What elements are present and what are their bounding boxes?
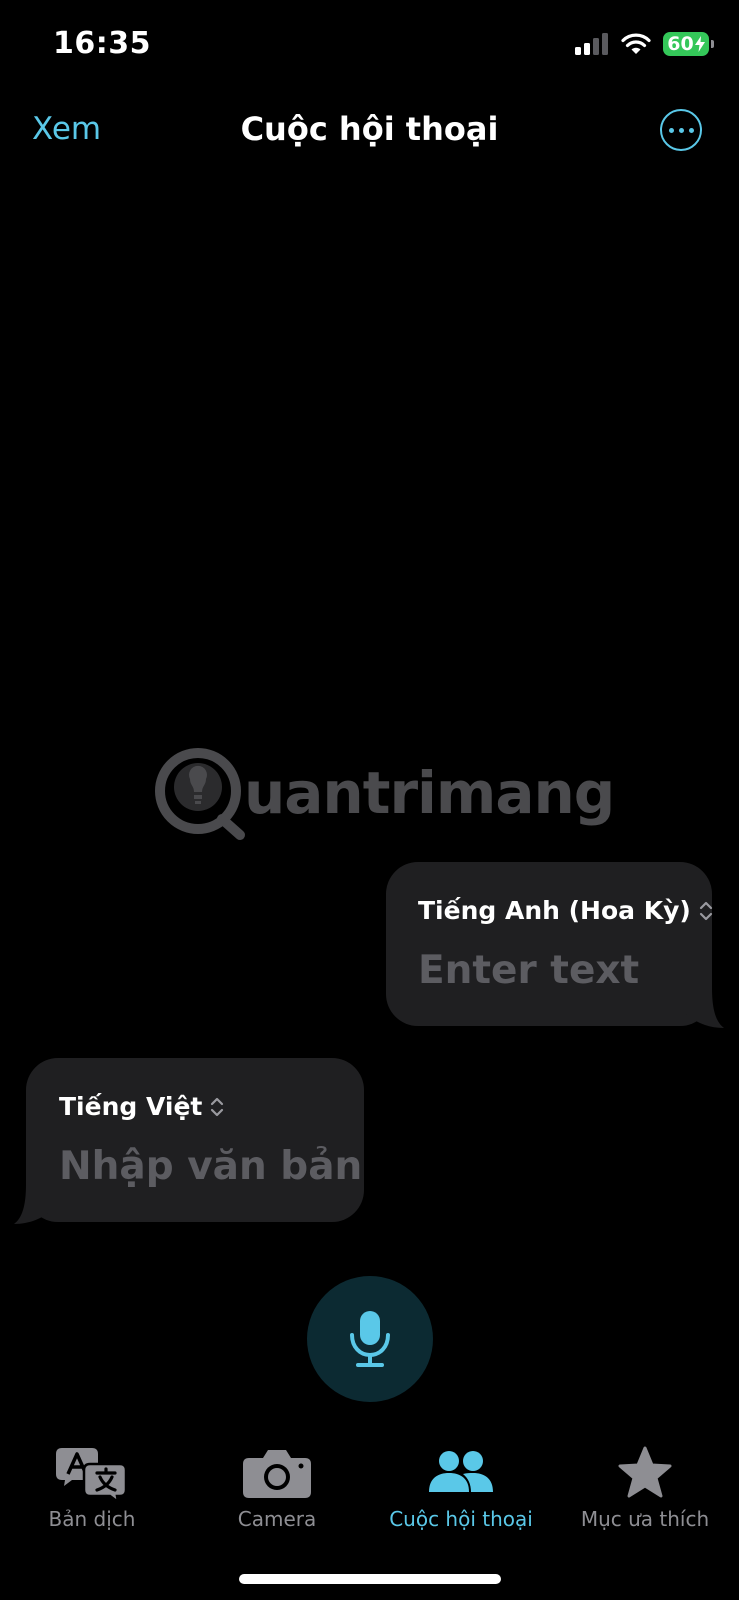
language-selector-vietnamese[interactable]: Tiếng Việt bbox=[59, 1092, 224, 1121]
star-icon bbox=[618, 1446, 672, 1498]
tab-camera[interactable]: Camera bbox=[185, 1440, 369, 1540]
tab-label: Bản dịch bbox=[48, 1507, 136, 1531]
tab-bar: Bản dịch Camera Cuộc hội thoại Mục ưa th… bbox=[0, 1440, 739, 1550]
bubble-tail bbox=[14, 1184, 54, 1224]
watermark: uantrimang bbox=[152, 745, 615, 845]
watermark-text: uantrimang bbox=[244, 759, 615, 827]
page-title: Cuộc hội thoại bbox=[240, 110, 499, 148]
translate-icon bbox=[56, 1448, 128, 1502]
bubble-tail bbox=[684, 988, 724, 1028]
status-icons: 60 bbox=[575, 32, 714, 56]
chevron-up-down-icon bbox=[699, 901, 712, 920]
signal-icon bbox=[575, 33, 608, 55]
status-time: 16:35 bbox=[53, 26, 151, 61]
microphone-icon bbox=[350, 1311, 390, 1367]
battery-charging-icon: 60 bbox=[663, 32, 714, 56]
source-language-bubble[interactable]: Tiếng Anh (Hoa Kỳ) Enter text bbox=[386, 862, 724, 1028]
battery-level: 60 bbox=[667, 33, 694, 55]
tab-favorites[interactable]: Mục ưa thích bbox=[553, 1440, 737, 1540]
language-label: Tiếng Việt bbox=[59, 1092, 203, 1121]
tab-label: Mục ưa thích bbox=[580, 1507, 710, 1531]
bolt-icon bbox=[694, 36, 705, 52]
vietnamese-text-input[interactable]: Nhập văn bản bbox=[59, 1144, 362, 1189]
tab-translation[interactable]: Bản dịch bbox=[0, 1440, 184, 1540]
home-indicator[interactable] bbox=[239, 1574, 501, 1584]
chevron-up-down-icon bbox=[211, 1097, 224, 1116]
status-bar: 16:35 60 bbox=[0, 0, 739, 90]
camera-icon bbox=[243, 1450, 311, 1498]
people-icon bbox=[429, 1451, 493, 1492]
tab-label: Cuộc hội thoại bbox=[389, 1507, 533, 1531]
target-language-bubble[interactable]: Tiếng Việt Nhập văn bản bbox=[14, 1058, 364, 1224]
english-text-input[interactable]: Enter text bbox=[418, 948, 639, 993]
tab-label: Camera bbox=[237, 1507, 317, 1531]
language-label: Tiếng Anh (Hoa Kỳ) bbox=[418, 896, 691, 925]
microphone-button[interactable] bbox=[307, 1276, 433, 1402]
ellipsis-circle-icon[interactable] bbox=[660, 109, 702, 151]
wifi-icon bbox=[621, 33, 651, 54]
language-selector-english[interactable]: Tiếng Anh (Hoa Kỳ) bbox=[418, 896, 713, 925]
tab-conversation[interactable]: Cuộc hội thoại bbox=[369, 1440, 553, 1540]
